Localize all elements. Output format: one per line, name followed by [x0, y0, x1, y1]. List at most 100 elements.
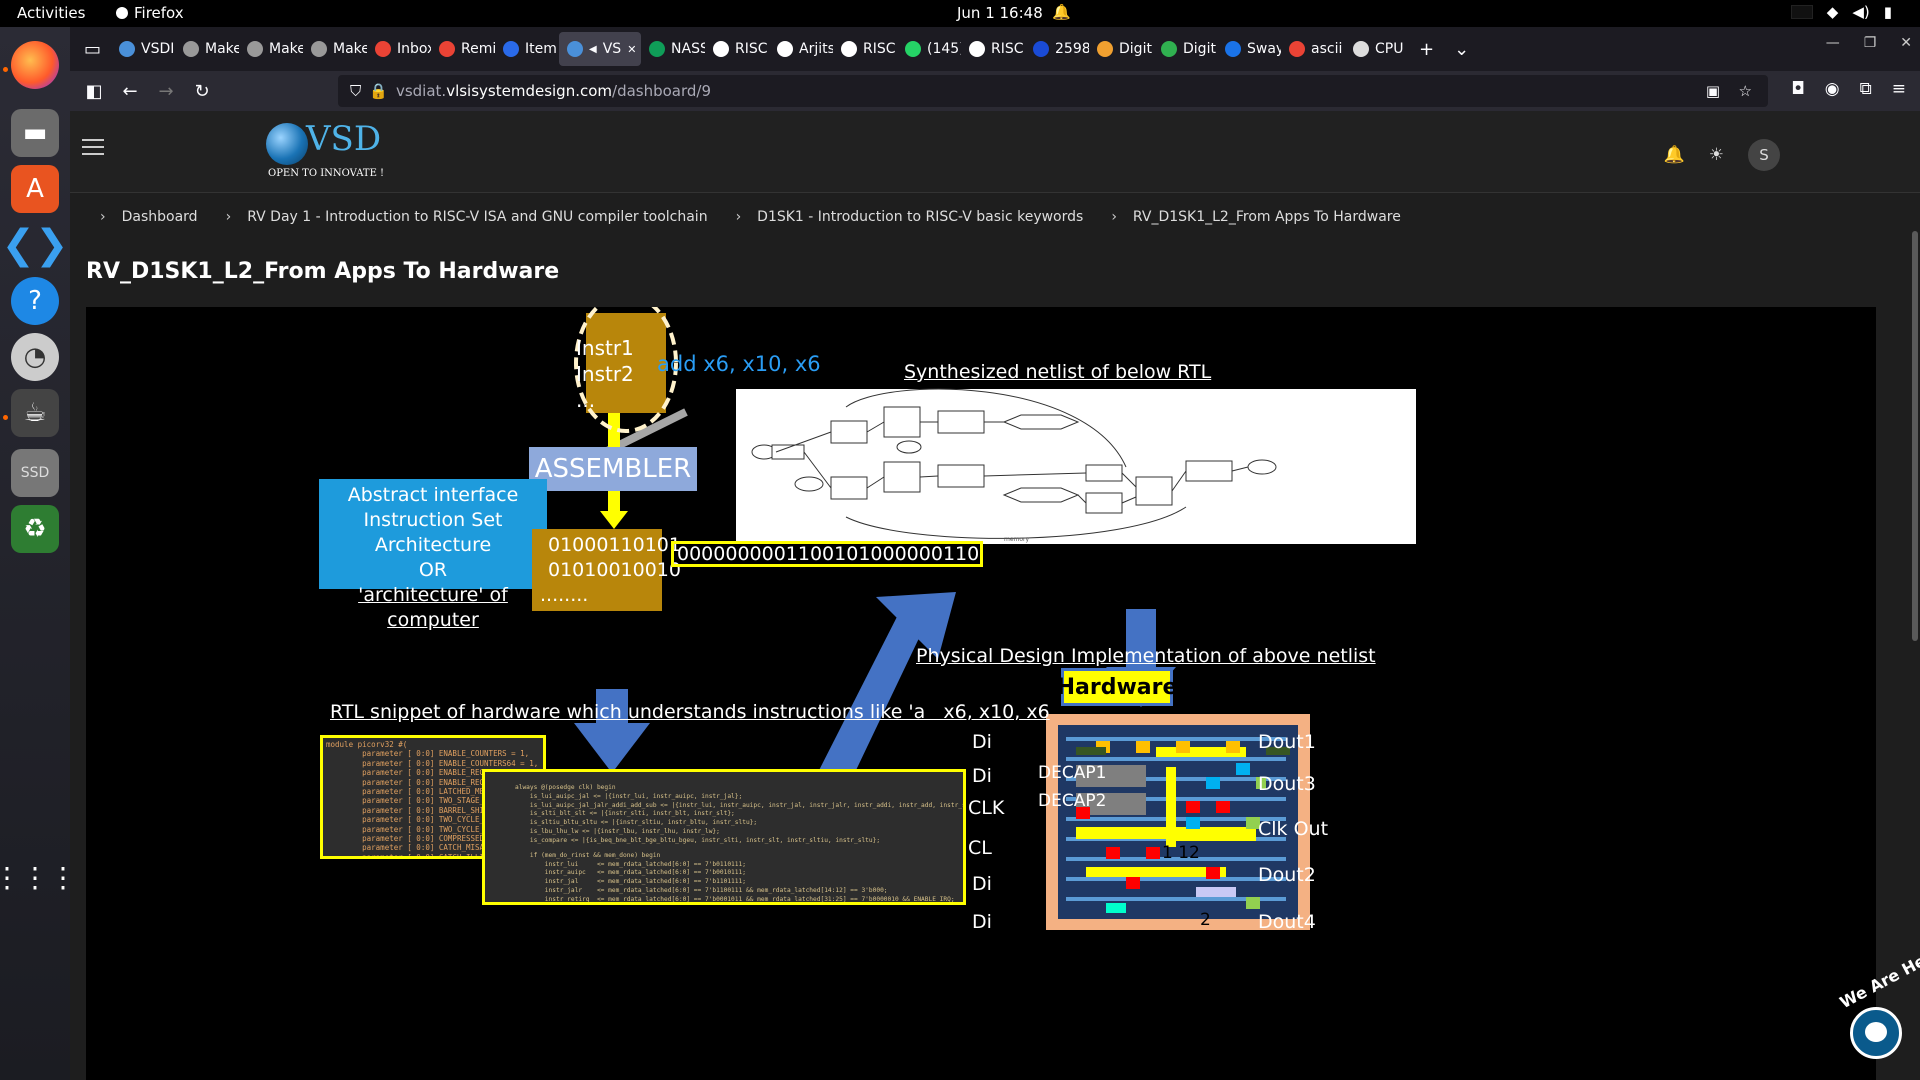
account-icon[interactable]: ◉ — [1825, 79, 1840, 99]
browser-tab[interactable]: ascii — [1281, 32, 1345, 66]
help-icon[interactable]: ? — [11, 277, 59, 325]
page-title: RV_D1SK1_L2_From Apps To Hardware — [86, 259, 560, 284]
tab-label: RISC — [735, 41, 768, 57]
browser-tab[interactable]: Make — [303, 32, 367, 66]
notifications-bell-icon[interactable]: 🔔 — [1664, 145, 1685, 165]
rtl-code-snippet-2: always @(posedge clk) begin is_lui_auipc… — [482, 769, 966, 905]
lock-icon: 🔒 — [369, 82, 388, 100]
java-app-icon[interactable]: ☕ — [11, 389, 59, 437]
new-tab-button[interactable]: + — [1419, 39, 1434, 60]
page-scrollbar[interactable] — [1912, 231, 1918, 641]
tab-label: Sway — [1247, 41, 1282, 57]
isa-line3: OR — [418, 559, 448, 581]
show-apps-icon[interactable]: ⋮⋮⋮ — [0, 853, 77, 901]
un-icon — [1033, 41, 1050, 57]
browser-tab[interactable]: RISC — [833, 32, 897, 66]
close-tab-icon[interactable]: ✕ — [627, 43, 636, 56]
breadcrumb-current: RV_D1SK1_L2_From Apps To Hardware — [1132, 209, 1401, 225]
browser-tab[interactable]: Digit — [1153, 32, 1217, 66]
breadcrumb-d1sk1[interactable]: D1SK1 - Introduction to RISC-V basic key… — [757, 209, 1083, 225]
back-button[interactable]: ← — [112, 81, 148, 102]
volume-icon: ◀) — [1852, 3, 1870, 21]
browser-tab[interactable]: NASS — [641, 32, 705, 66]
instr1-label: Instr1 — [576, 336, 634, 360]
disk-utility-icon[interactable]: ◔ — [11, 333, 59, 381]
tab-overview-icon[interactable]: ▭ — [84, 39, 101, 60]
sidebar-toggle-icon[interactable]: ◧ — [76, 81, 112, 102]
browser-tab[interactable]: Digit — [1089, 32, 1153, 66]
github-icon — [969, 41, 986, 57]
lecture-video-slide[interactable]: Instr1 Instr2 ... add x6, x10, x6 ASSEMB… — [86, 307, 1876, 1080]
minimize-button[interactable]: — — [1826, 35, 1840, 51]
user-avatar[interactable]: S — [1748, 139, 1780, 171]
menu-icon[interactable]: ≡ — [1892, 79, 1906, 99]
tab-label: NASS — [671, 41, 706, 57]
breadcrumb-day1[interactable]: RV Day 1 - Introduction to RISC-V ISA an… — [247, 209, 707, 225]
decap2-label: DECAP2 — [1038, 791, 1107, 811]
browser-tab[interactable]: Item — [495, 32, 559, 66]
decap1-label: DECAP1 — [1038, 763, 1107, 783]
browser-tab[interactable]: Make — [175, 32, 239, 66]
restore-button[interactable]: ❐ — [1864, 35, 1877, 51]
files-icon[interactable]: ▬ — [11, 109, 59, 157]
breadcrumb-dashboard[interactable]: Dashboard — [122, 209, 198, 225]
tab-label: RISC — [863, 41, 896, 57]
slide-graphics — [444, 307, 1416, 930]
tab-audio-icon[interactable]: ◀ — [589, 44, 597, 55]
code-line: instr_lui <= mem_rdata_latched[6:0] == 7… — [515, 860, 746, 868]
clock[interactable]: Jun 1 16:48 — [957, 4, 1043, 22]
wifi-icon: ◆ — [1826, 3, 1839, 21]
forward-button[interactable]: → — [148, 81, 184, 102]
url-bar[interactable]: ⛉ 🔒 vsdiat. vlsisystemdesign.com/dashboar… — [338, 75, 1768, 107]
bookmark-star-icon[interactable]: ☆ — [1739, 82, 1752, 100]
browser-tab[interactable]: (145) — [897, 32, 961, 66]
chat-button[interactable] — [1850, 1007, 1902, 1059]
firefox-icon[interactable] — [11, 41, 59, 89]
yellow-arrow-shaft — [608, 489, 620, 513]
reload-button[interactable]: ↻ — [184, 81, 220, 102]
vscode-icon[interactable]: ❮❯ — [1, 221, 68, 269]
trash-icon[interactable]: ♻ — [11, 505, 59, 553]
c-icon — [503, 41, 520, 57]
extensions-icon[interactable]: ⧉ — [1860, 79, 1872, 99]
browser-tab[interactable]: Inbox — [367, 32, 431, 66]
tab-label: Digit — [1183, 41, 1216, 57]
gmail-icon — [375, 41, 392, 57]
browser-tab[interactable]: Arjits — [769, 32, 833, 66]
ssd-drive-icon[interactable]: SSD — [11, 449, 59, 497]
browser-tab[interactable]: VSDI — [111, 32, 175, 66]
app-name: Firefox — [134, 4, 184, 22]
browser-tab[interactable]: ◀ VS ✕ — [559, 32, 642, 66]
browser-tab[interactable]: Make — [239, 32, 303, 66]
tab-list-dropdown-icon[interactable]: ⌄ — [1454, 39, 1469, 60]
din-label: Di — [972, 911, 992, 933]
software-center-icon[interactable]: A — [11, 165, 59, 213]
theme-toggle-sun-icon[interactable]: ☀ — [1709, 145, 1724, 165]
browser-tab[interactable]: RISC — [705, 32, 769, 66]
system-tray[interactable]: ◆ ◀) ▮ — [1790, 3, 1892, 21]
instr2-label: Instr2 — [576, 362, 634, 386]
browser-tab[interactable]: RISC — [961, 32, 1025, 66]
instr-more-label: ... — [576, 388, 596, 412]
blue-arrow-head — [574, 723, 650, 773]
close-window-button[interactable]: ✕ — [1900, 35, 1912, 51]
github-icon — [841, 41, 858, 57]
toolbar-right: ◘ ◉ ⧉ ≡ — [1791, 79, 1906, 99]
activities-button[interactable]: Activities — [17, 4, 85, 22]
tab-label: Make — [333, 41, 368, 57]
logo-tagline: OPEN TO INNOVATE ! — [268, 168, 385, 179]
browser-tab[interactable]: Sway — [1217, 32, 1281, 66]
code-line: parameter [ 0:0] ENABLE_COUNTERS = 1, — [326, 749, 530, 759]
chevron-right-icon: › — [735, 209, 742, 225]
chevron-right-icon: › — [1111, 209, 1117, 225]
browser-tab[interactable]: CPU — [1345, 32, 1409, 66]
app-menu[interactable]: Firefox — [116, 4, 184, 22]
tab-label: Inbox — [397, 41, 431, 57]
shield-icon[interactable]: ⛉ — [350, 82, 361, 100]
reader-view-icon[interactable]: ▣ — [1706, 82, 1720, 100]
pocket-icon[interactable]: ◘ — [1791, 79, 1804, 99]
browser-tab[interactable]: Remi — [431, 32, 495, 66]
browser-tab[interactable]: 2598 — [1025, 32, 1089, 66]
yellow-arrowhead — [600, 511, 628, 529]
hamburger-menu-icon[interactable] — [82, 139, 104, 160]
